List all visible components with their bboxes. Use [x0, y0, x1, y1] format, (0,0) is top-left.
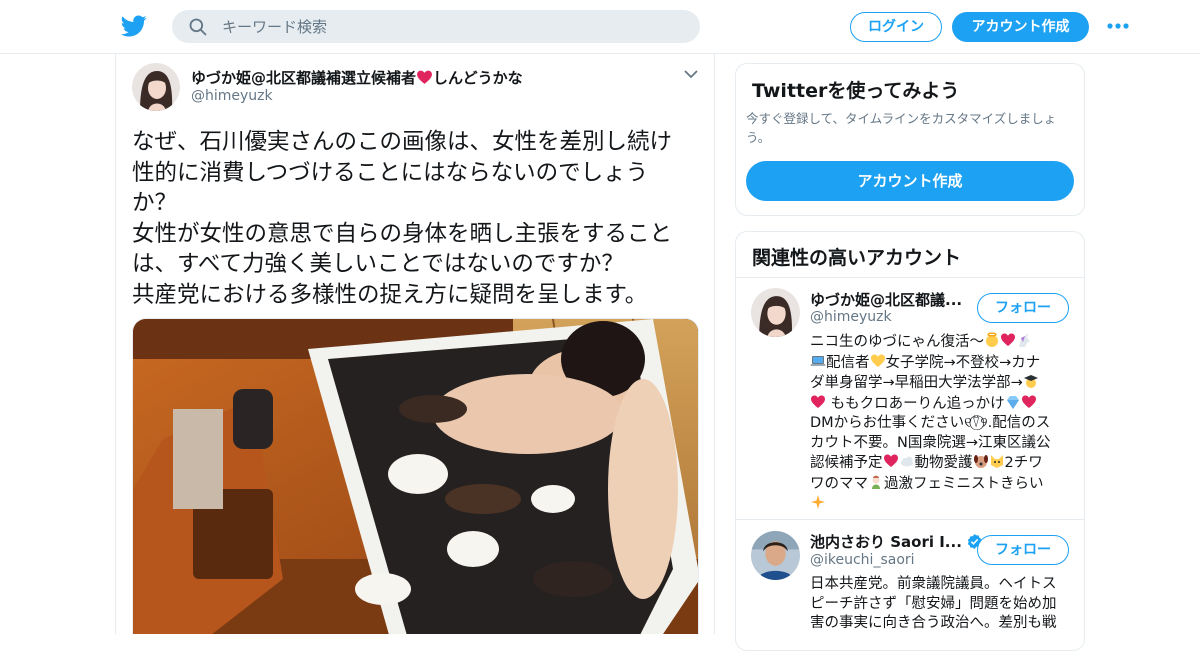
account-handle: @himeyuzk: [810, 309, 892, 325]
author-name-suffix: しんどうかな: [433, 69, 523, 87]
account-name[interactable]: ゆづか姫@北区都議...: [810, 289, 962, 310]
author-handle[interactable]: @himeyuzk: [191, 88, 273, 104]
bio-line: カウト不要。N国衆院選→江東区議公: [810, 434, 1070, 454]
tweet-media-image[interactable]: [132, 318, 699, 634]
account-handle: @ikeuchi_saori: [810, 552, 915, 568]
heart-emoji-icon: [1001, 333, 1015, 346]
follow-button[interactable]: フォロー: [977, 535, 1069, 565]
bio-text: ニコ生のゆづにゃん復活〜: [810, 334, 984, 350]
heart-emoji-icon: [811, 395, 825, 408]
bio-line: 日本共産党。前衆議院議員。ヘイトス: [810, 575, 1070, 595]
avatar-photo: [751, 531, 800, 580]
bio-line: ももクロあーりん追っかけ: [810, 394, 1070, 415]
bio-text: ももクロあーりん追っかけ: [826, 395, 1005, 412]
tweet-photo: [133, 319, 698, 634]
author-name-text: ゆづか姫@北区都議補選立候補者: [191, 69, 417, 87]
dog-emoji-icon: [973, 455, 988, 468]
follow-button[interactable]: フォロー: [977, 293, 1069, 323]
bio-text: ダ単身留学→早稲田大学法学部→: [810, 375, 1023, 391]
bio-line: DMからお仕事ください୧⍢⃝୨.配信のス: [810, 414, 1070, 434]
unicorn-emoji-icon: [1019, 333, 1030, 347]
related-accounts-panel: 関連性の高いアカウント ゆづか姫@北区都議... @himeyuzk フォロー …: [735, 231, 1085, 651]
account-name-text: 池内さおり Saori I...: [810, 533, 962, 551]
bio-text: 動物愛護: [914, 455, 973, 471]
bio-text: 女子学院→不登校→カナ: [885, 354, 1041, 371]
tweet-text: なぜ、石川優実さんのこの画像は、女性を差別し続け 性的に消費しつづけることにはな…: [132, 129, 673, 308]
search-icon: [189, 18, 207, 36]
bio-text: ワのママ: [810, 475, 868, 492]
panel-title: 関連性の高いアカウント: [752, 247, 962, 269]
bio-line: [810, 494, 1070, 515]
avatar[interactable]: [751, 288, 800, 337]
angel-emoji-icon: [986, 332, 998, 347]
cat-emoji-icon: [990, 455, 1003, 468]
graduate-emoji-icon: [1023, 375, 1038, 388]
bio-line: ピーチ許さず「慰安婦」問題を始め加: [810, 595, 1070, 615]
panel-description: 今すぐ登録して、タイムラインをカスタマイズしましょう。: [746, 111, 1057, 145]
bio-line: 害の事実に向き合う政治へ。差別も戦: [810, 614, 1070, 634]
bio-text: 認候補予定: [810, 455, 883, 471]
red-heart-icon: [417, 70, 432, 84]
bio-text: 害の事実に向き合う政治へ。差別も戦: [810, 615, 1057, 631]
sparkles-emoji-icon: [811, 495, 825, 509]
more-dots-icon[interactable]: [1106, 18, 1130, 34]
bio-line: ニコ生のゆづにゃん復活〜: [810, 332, 1070, 353]
account-bio: 日本共産党。前衆議院議員。ヘイトス ピーチ許さず「慰安婦」問題を始め加 害の事実に向…: [810, 575, 1070, 634]
account-name[interactable]: 池内さおり Saori I...: [810, 531, 983, 552]
bio-text: カウト不要。N国衆院選→江東区議公: [810, 434, 1051, 451]
tweet-card: ゆづか姫@北区都議補選立候補者 しんどうかな @himeyuzk なぜ、石川優実さ…: [115, 54, 715, 634]
search-bar[interactable]: [172, 10, 700, 43]
related-account-item[interactable]: 池内さおり Saori I... @ikeuchi_saori フォロー 日本共…: [736, 520, 1084, 650]
avatar[interactable]: [132, 63, 180, 111]
top-navigation-bar: ログイン アカウント作成: [0, 0, 1200, 54]
try-twitter-panel: Twitterを使ってみよう 今すぐ登録して、タイムラインをカスタマイズしましょ…: [735, 63, 1085, 216]
twitter-bird-icon[interactable]: [120, 13, 148, 39]
bio-line: ワのママ 過激フェミニストきらい: [810, 474, 1070, 495]
account-bio: ニコ生のゆづにゃん復活〜 配信者 女子学院→不登校→カナ ダ単身留学→早稲田大学法学部…: [810, 332, 1070, 515]
avatar[interactable]: [751, 531, 800, 580]
gem-emoji-icon: [1006, 395, 1019, 409]
yellowheart-emoji-icon: [870, 354, 885, 367]
bio-line: 配信者 女子学院→不登校→カナ: [810, 353, 1070, 374]
heart-emoji-icon: [1021, 395, 1036, 408]
bio-text: DMからお仕事ください୧⍢⃝୨.配信のス: [810, 415, 1051, 431]
genie-emoji-icon: [872, 475, 880, 489]
bio-line: ダ単身留学→早稲田大学法学部→: [810, 373, 1070, 394]
signup-button-large[interactable]: アカウント作成: [746, 161, 1074, 201]
search-input[interactable]: [222, 10, 682, 43]
login-button[interactable]: ログイン: [850, 12, 942, 42]
bio-text: 2チワ: [1004, 455, 1043, 471]
bio-line: 認候補予定 動物愛護 2チワ: [810, 453, 1070, 474]
signup-button[interactable]: アカウント作成: [952, 12, 1089, 42]
panel-title: Twitterを使ってみよう: [752, 80, 960, 102]
bio-text: 配信者: [826, 354, 870, 371]
bio-text: 日本共産党。前衆議院議員。ヘイトス: [810, 576, 1057, 592]
cloud-emoji-icon: [900, 456, 913, 467]
laptop-emoji-icon: [810, 355, 826, 366]
avatar-photo: [751, 288, 800, 337]
chevron-down-icon[interactable]: [683, 68, 699, 80]
author-name[interactable]: ゆづか姫@北区都議補選立候補者 しんどうかな: [191, 67, 523, 88]
bio-text: ピーチ許さず「慰安婦」問題を始め加: [810, 595, 1057, 612]
bio-text: 過激フェミニストきらい: [884, 475, 1044, 492]
related-account-item[interactable]: ゆづか姫@北区都議... @himeyuzk フォロー ニコ生のゆづにゃん復活〜…: [736, 278, 1084, 520]
heart-emoji-icon: [883, 454, 898, 467]
avatar-photo: [132, 63, 180, 111]
